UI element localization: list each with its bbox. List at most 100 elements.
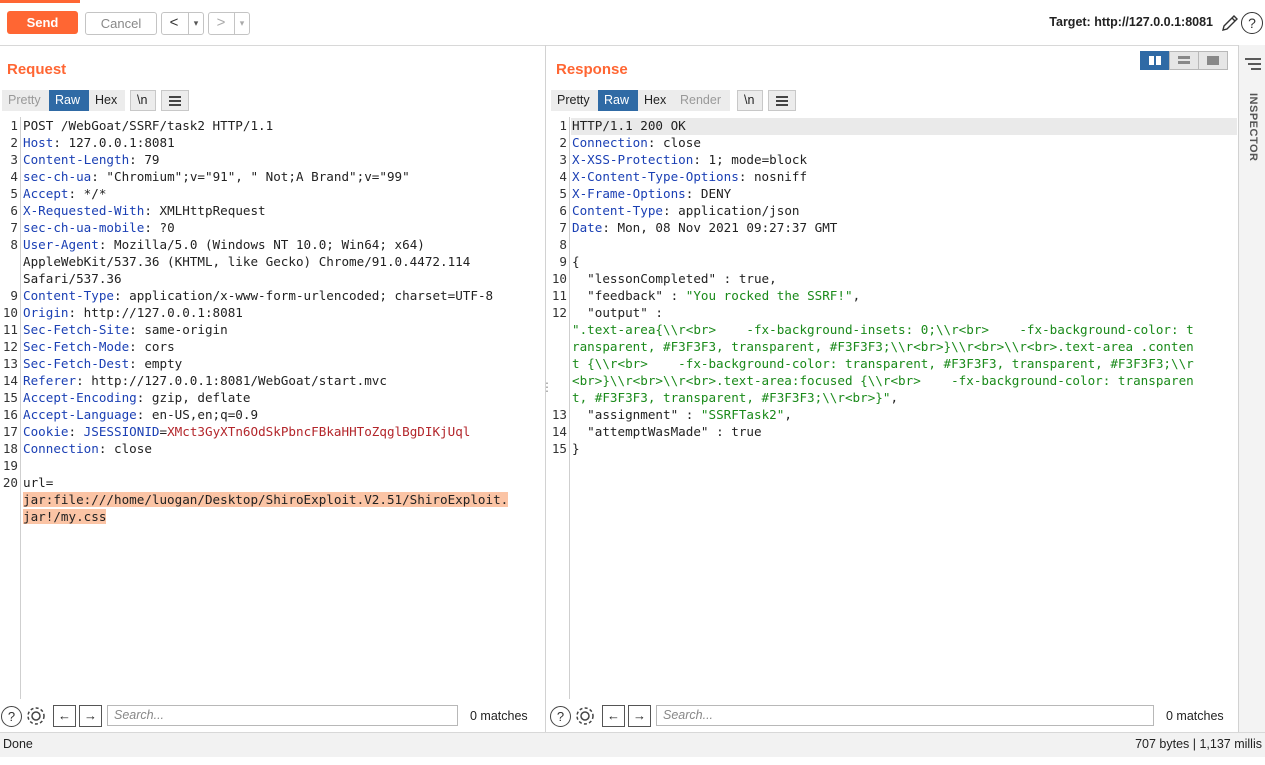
json-string-value: "You rocked the SSRF!" bbox=[685, 288, 853, 303]
line-number: 6 bbox=[559, 203, 567, 218]
line-number: 9 bbox=[10, 288, 18, 303]
header-value: : DENY bbox=[685, 186, 732, 201]
json-separator: : bbox=[708, 424, 732, 439]
history-back-group[interactable]: < ▾ bbox=[161, 12, 204, 35]
response-tab-render[interactable]: Render bbox=[674, 90, 730, 111]
header-name: Cookie bbox=[23, 424, 69, 439]
response-line: Connection: close bbox=[572, 135, 701, 150]
header-value: : Mon, 08 Nov 2021 09:27:37 GMT bbox=[602, 220, 838, 235]
request-line: sec-ch-ua: "Chromium";v="91", " Not;A Br… bbox=[23, 169, 410, 184]
header-name: sec-ch-ua-mobile bbox=[23, 220, 145, 235]
response-search-input[interactable]: Search... bbox=[656, 705, 1154, 726]
header-name: Sec-Fetch-Mode bbox=[23, 339, 130, 354]
forward-dropdown-icon[interactable]: ▾ bbox=[234, 13, 249, 34]
forward-arrow-icon[interactable]: > bbox=[211, 13, 231, 34]
line-number: 15 bbox=[2, 390, 18, 405]
request-line: X-Requested-With: XMLHttpRequest bbox=[23, 203, 266, 218]
response-tab-newline[interactable]: \n bbox=[737, 90, 763, 111]
response-tab-pretty[interactable]: Pretty bbox=[551, 90, 598, 111]
request-line: Sec-Fetch-Mode: cors bbox=[23, 339, 175, 354]
json-string-value: <br>}\\r<br>\\r<br>.text-area:focused {\… bbox=[572, 373, 1194, 388]
response-tab-raw[interactable]: Raw bbox=[598, 90, 638, 111]
request-search-prev-button[interactable]: ← bbox=[53, 705, 76, 727]
layout-side-by-side-button[interactable] bbox=[1140, 51, 1170, 70]
help-icon[interactable]: ? bbox=[1241, 12, 1263, 34]
request-line: Cookie: JSESSIONID=XMct3GyXTn6OdSkPbncFB… bbox=[23, 424, 470, 439]
response-search-help-icon[interactable]: ? bbox=[550, 706, 571, 727]
header-name: Content-Type bbox=[572, 203, 663, 218]
inspector-menu-icon[interactable] bbox=[1244, 57, 1262, 71]
json-separator: : bbox=[678, 407, 701, 422]
request-line: Accept-Language: en-US,en;q=0.9 bbox=[23, 407, 258, 422]
request-menu-icon[interactable] bbox=[161, 90, 189, 111]
response-json-line: "output" : bbox=[572, 305, 663, 320]
line-number: 9 bbox=[559, 254, 567, 269]
request-tab-raw[interactable]: Raw bbox=[49, 90, 89, 111]
layout-tabs-button[interactable] bbox=[1198, 51, 1228, 70]
response-editor[interactable]: 1 HTTP/1.1 200 OK 2 Connection: close 3 X-XSS… bbox=[549, 117, 1237, 699]
request-search-help-icon[interactable]: ? bbox=[1, 706, 22, 727]
response-json-line: "assignment" : "SSRFTask2", bbox=[572, 407, 792, 422]
header-value: : close bbox=[647, 135, 701, 150]
header-name: Accept-Encoding bbox=[23, 390, 137, 405]
response-search-settings-gear-icon[interactable] bbox=[574, 705, 596, 727]
json-key: "lessonCompleted" bbox=[572, 271, 717, 286]
header-value: : 79 bbox=[129, 152, 160, 167]
line-number: 12 bbox=[551, 305, 567, 320]
request-line: AppleWebKit/537.36 (KHTML, like Gecko) C… bbox=[23, 254, 470, 269]
request-body-url: jar!/my.css bbox=[23, 509, 107, 524]
send-button[interactable]: Send bbox=[7, 11, 78, 34]
request-search-next-button[interactable]: → bbox=[79, 705, 102, 727]
response-json-line: ".text-area{\\r<br> -fx-background-inset… bbox=[572, 322, 1194, 337]
request-tab-hex[interactable]: Hex bbox=[89, 90, 125, 111]
layout-stacked-button[interactable] bbox=[1169, 51, 1199, 70]
response-menu-icon[interactable] bbox=[768, 90, 796, 111]
request-line: url= bbox=[23, 475, 53, 490]
cookie-name: JSESSIONID bbox=[83, 424, 160, 439]
header-name: Connection bbox=[23, 441, 99, 456]
status-bar bbox=[0, 732, 1265, 757]
request-tab-newline[interactable]: \n bbox=[130, 90, 156, 111]
response-tab-hex[interactable]: Hex bbox=[638, 90, 674, 111]
response-json-line: { bbox=[572, 254, 580, 269]
request-line: Connection: close bbox=[23, 441, 152, 456]
json-separator: : bbox=[663, 288, 686, 303]
line-number: 7 bbox=[559, 220, 567, 235]
cancel-button[interactable]: Cancel bbox=[85, 12, 157, 35]
response-search-prev-button[interactable]: ← bbox=[602, 705, 625, 727]
header-name: Connection bbox=[572, 135, 648, 150]
response-json-line: ransparent, #F3F3F3, transparent, #F3F3F… bbox=[572, 339, 1194, 354]
response-line: X-Content-Type-Options: nosniff bbox=[572, 169, 807, 184]
header-name: Date bbox=[572, 220, 603, 235]
line-number: 15 bbox=[551, 441, 567, 456]
line-number: 7 bbox=[10, 220, 18, 235]
back-arrow-icon[interactable]: < bbox=[164, 13, 184, 34]
json-brace: { bbox=[572, 254, 580, 269]
cookie-value: XMct3GyXTn6OdSkPbncFBkaHHToZqglBgDIKjUql bbox=[167, 424, 471, 439]
request-line: Origin: http://127.0.0.1:8081 bbox=[23, 305, 243, 320]
edit-target-pencil-icon[interactable] bbox=[1220, 13, 1240, 33]
request-editor[interactable]: 1 POST /WebGoat/SSRF/task2 HTTP/1.1 2 Host:… bbox=[0, 117, 545, 699]
back-dropdown-icon[interactable]: ▾ bbox=[188, 13, 203, 34]
inspector-label[interactable]: INSPECTOR bbox=[1243, 93, 1259, 161]
header-value: : cors bbox=[129, 339, 175, 354]
header-value: : XMLHttpRequest bbox=[144, 203, 266, 218]
response-line: X-Frame-Options: DENY bbox=[572, 186, 731, 201]
request-line: Content-Type: application/x-www-form-url… bbox=[23, 288, 493, 303]
response-line: HTTP/1.1 200 OK bbox=[572, 118, 686, 133]
response-json-line: t {\\r<br> -fx-background-color: transpa… bbox=[572, 356, 1194, 371]
request-tab-pretty[interactable]: Pretty bbox=[2, 90, 49, 111]
json-string-value: ".text-area{\\r<br> -fx-background-inset… bbox=[572, 322, 1194, 337]
response-json-line: <br>}\\r<br>\\r<br>.text-area:focused {\… bbox=[572, 373, 1194, 388]
request-search-settings-gear-icon[interactable] bbox=[25, 705, 47, 727]
json-separator: : bbox=[647, 305, 663, 320]
target-label: Target: http://127.0.0.1:8081 bbox=[1049, 15, 1213, 29]
request-title: Request bbox=[7, 61, 67, 78]
header-value: : 127.0.0.1:8081 bbox=[53, 135, 175, 150]
history-forward-group[interactable]: > ▾ bbox=[208, 12, 250, 35]
response-search-next-button[interactable]: → bbox=[628, 705, 651, 727]
json-literal: true, bbox=[738, 271, 777, 286]
request-search-input[interactable]: Search... bbox=[107, 705, 458, 726]
line-number: 11 bbox=[551, 288, 567, 303]
cookie-equals: = bbox=[159, 424, 168, 439]
